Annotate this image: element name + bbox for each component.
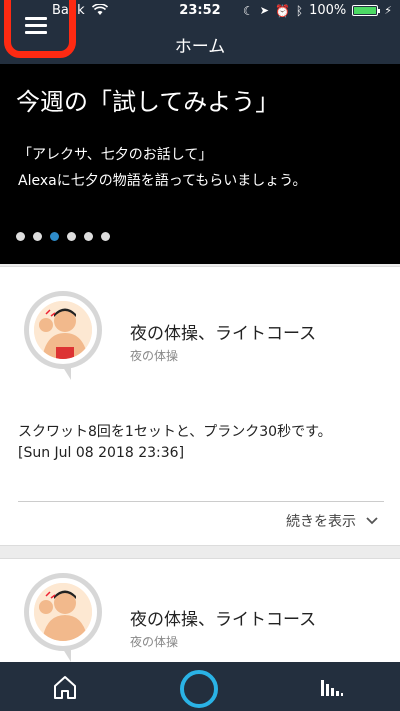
- moon-icon: ☾: [242, 3, 254, 18]
- skill-subtitle: 夜の体操: [130, 635, 179, 649]
- alarm-icon: ⏰: [274, 3, 290, 18]
- carousel-dot[interactable]: [50, 232, 59, 241]
- carousel-pager[interactable]: [16, 232, 110, 241]
- carousel-description: Alexaに七夕の物語を語ってもらいましょう。: [18, 173, 307, 189]
- skill-card[interactable]: 夜の体操、ライトコース 夜の体操: [0, 558, 400, 670]
- skill-body-text: スクワット8回を1セットと、プランク30秒です。: [18, 424, 332, 440]
- carousel-dot[interactable]: [33, 232, 42, 241]
- skill-title: 夜の体操、ライトコース: [130, 324, 317, 344]
- show-more-label: 続きを表示: [286, 514, 356, 530]
- skill-subtitle: 夜の体操: [130, 349, 179, 363]
- now-playing-icon[interactable]: [320, 674, 344, 698]
- skill-title: 夜の体操、ライトコース: [130, 610, 317, 630]
- bottom-tab-bar: [0, 662, 400, 711]
- menu-icon: [25, 17, 47, 38]
- chevron-down-icon: [366, 517, 378, 525]
- skill-card[interactable]: 夜の体操、ライトコース 夜の体操 スクワット8回を1セットと、プランク30秒です…: [0, 266, 400, 546]
- home-icon[interactable]: [52, 674, 78, 700]
- battery-icon: [352, 5, 381, 16]
- carousel-prompt: 「アレクサ、七夕のお話して」: [18, 147, 213, 163]
- skill-avatar: [34, 301, 92, 359]
- menu-button[interactable]: [4, 0, 76, 58]
- battery-percent: 100%: [309, 3, 347, 18]
- bluetooth-icon: ᛒ: [295, 3, 304, 18]
- charging-icon: ⚡: [384, 4, 392, 17]
- show-more-button[interactable]: 続きを表示: [286, 511, 378, 531]
- skill-icon-bubble: [24, 573, 102, 662]
- carousel-dot[interactable]: [101, 232, 110, 241]
- skill-avatar: [34, 583, 92, 641]
- carousel-title: 今週の「試してみよう」: [16, 88, 280, 116]
- skill-icon-bubble: [24, 291, 102, 380]
- carousel-dot[interactable]: [16, 232, 25, 241]
- try-this-carousel[interactable]: 今週の「試してみよう」 「アレクサ、七夕のお話して」 Alexaに七夕の物語を語…: [0, 64, 400, 264]
- location-icon: ➤: [259, 4, 269, 17]
- divider: [18, 501, 384, 502]
- skill-timestamp: [Sun Jul 08 2018 23:36]: [18, 445, 185, 461]
- alexa-icon[interactable]: [180, 670, 218, 708]
- carousel-dot[interactable]: [67, 232, 76, 241]
- carousel-dot[interactable]: [84, 232, 93, 241]
